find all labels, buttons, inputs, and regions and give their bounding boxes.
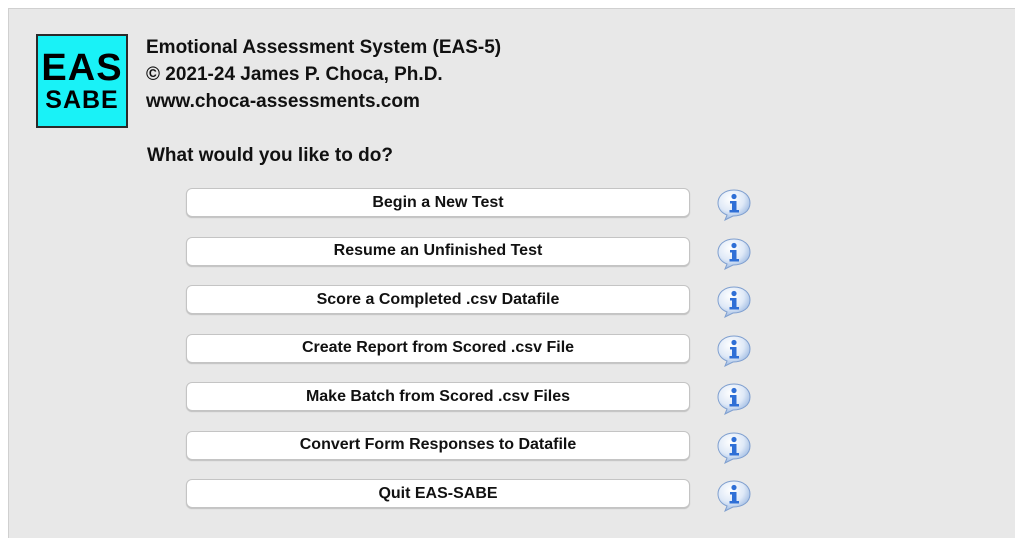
eas-sabe-logo: EAS SABE [36,34,128,128]
website-line: www.choca-assessments.com [146,91,420,112]
info-icon[interactable] [715,430,753,464]
logo-text-sabe: SABE [45,86,119,114]
resume-test-button[interactable]: Resume an Unfinished Test [186,236,690,266]
make-batch-button[interactable]: Make Batch from Scored .csv Files [186,382,690,411]
info-icon[interactable] [715,187,753,221]
copyright-line: © 2021-24 James P. Choca, Ph.D. [146,64,443,85]
app-title: Emotional Assessment System (EAS-5) [146,37,502,58]
convert-responses-button[interactable]: Convert Form Responses to Datafile [186,430,690,460]
begin-new-test-button[interactable]: Begin a New Test [186,188,690,217]
quit-button[interactable]: Quit EAS-SABE [186,479,690,508]
menu-prompt: What would you like to do? [147,145,393,166]
info-icon[interactable] [715,381,753,415]
info-icon[interactable] [715,284,753,318]
info-icon[interactable] [715,236,753,270]
app-header: Emotional Assessment System (EAS-5) © 20… [146,34,501,115]
create-report-button[interactable]: Create Report from Scored .csv File [186,333,690,363]
info-icon[interactable] [715,478,753,512]
logo-text-eas: EAS [41,47,123,89]
main-window: EAS SABE Emotional Assessment System (EA… [8,8,1015,538]
score-datafile-button[interactable]: Score a Completed .csv Datafile [186,285,690,314]
info-icon[interactable] [715,333,753,367]
